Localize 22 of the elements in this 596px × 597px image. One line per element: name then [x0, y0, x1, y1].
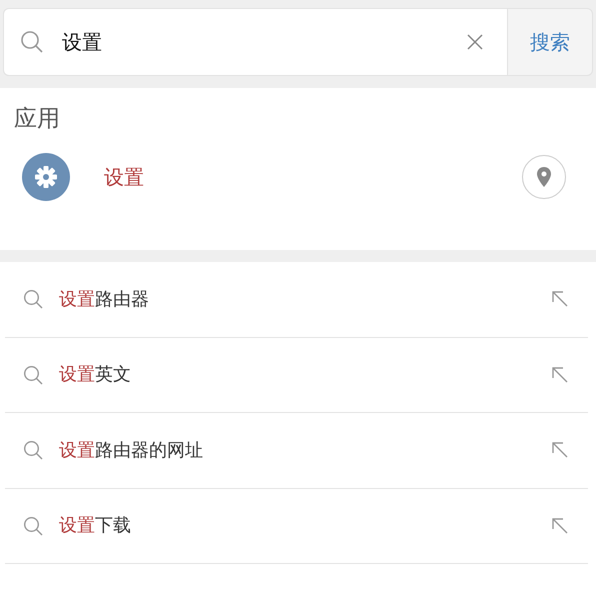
- search-icon: [23, 440, 43, 460]
- location-icon: [537, 166, 551, 186]
- suggestion-text[interactable]: 设置路由器的网址: [59, 436, 203, 464]
- location-button[interactable]: [522, 154, 566, 198]
- search-icon: [23, 516, 43, 536]
- search-button[interactable]: 搜索: [507, 8, 593, 76]
- search-field[interactable]: 设置: [3, 8, 507, 76]
- arrow-icon[interactable]: [552, 518, 568, 534]
- close-icon[interactable]: [467, 34, 483, 50]
- search-icon: [20, 30, 44, 54]
- app-name[interactable]: 设置: [104, 162, 144, 192]
- suggestion-text[interactable]: 设置英文: [59, 361, 131, 388]
- arrow-icon[interactable]: [552, 442, 568, 458]
- settings-icon[interactable]: [22, 152, 70, 200]
- search-icon: [23, 289, 43, 310]
- arrow-icon[interactable]: [552, 291, 568, 308]
- search-icon: [23, 364, 43, 385]
- search-input[interactable]: 设置: [60, 26, 467, 58]
- arrow-icon[interactable]: [552, 366, 568, 383]
- suggestion-text[interactable]: 设置下载: [59, 512, 131, 540]
- suggestion-text[interactable]: 设置路由器: [59, 286, 149, 313]
- section-title: 应用: [14, 105, 61, 134]
